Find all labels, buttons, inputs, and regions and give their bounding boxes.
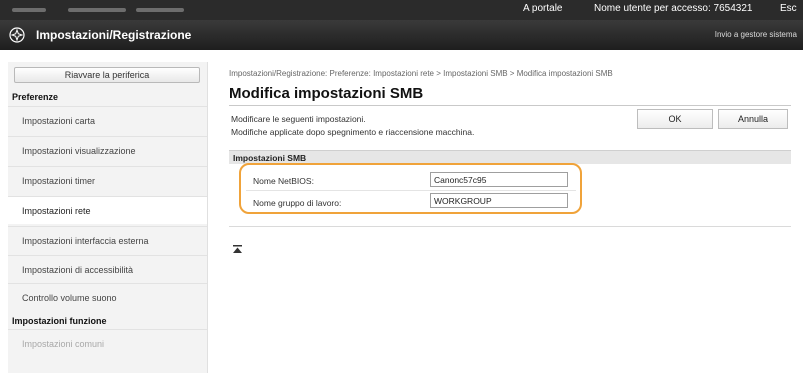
sidebar-item-volume-control[interactable]: Controllo volume suono <box>8 283 207 311</box>
page-title: Modifica impostazioni SMB <box>229 85 424 102</box>
restart-note-text: Modifiche applicate dopo spegnimento e r… <box>231 127 475 137</box>
highlight-frame <box>239 163 582 214</box>
back-to-top-icon[interactable] <box>233 245 242 254</box>
sidebar-item-paper-settings[interactable]: Impostazioni carta <box>8 106 207 134</box>
app-title: Impostazioni/Registrazione <box>36 28 192 42</box>
smb-settings-header: Impostazioni SMB <box>229 150 791 164</box>
blurred-text <box>68 8 126 12</box>
ok-button[interactable]: OK <box>637 109 713 129</box>
settings-logo-icon <box>9 27 25 43</box>
logout-link[interactable]: Esc <box>780 3 797 14</box>
sidebar-item-accessibility[interactable]: Impostazioni di accessibilità <box>8 255 207 283</box>
sidebar-item-display-settings[interactable]: Impostazioni visualizzazione <box>8 136 207 164</box>
login-user-text: Nome utente per accesso: 7654321 <box>594 3 753 14</box>
sidebar-item-timer-settings[interactable]: Impostazioni timer <box>8 166 207 194</box>
blurred-text <box>12 8 46 12</box>
cancel-button[interactable]: Annulla <box>718 109 788 129</box>
breadcrumb: Impostazioni/Registrazione: Preferenze: … <box>229 69 613 78</box>
sidebar-section-preferences: Preferenze <box>12 92 59 102</box>
sidebar-item-external-interface[interactable]: Impostazioni interfaccia esterna <box>8 226 207 254</box>
sidebar-section-functions: Impostazioni funzione <box>12 316 107 326</box>
send-to-admin-link[interactable]: Invio a gestore sistema <box>715 30 797 39</box>
app-header: Impostazioni/Registrazione Invio a gesto… <box>0 20 803 50</box>
smb-settings-title: Impostazioni SMB <box>233 153 307 163</box>
sidebar-item-common-settings[interactable]: Impostazioni comuni <box>8 329 207 357</box>
divider <box>229 105 791 106</box>
top-bar: A portale Nome utente per accesso: 76543… <box>0 0 803 20</box>
restart-device-button[interactable]: Riavvare la periferica <box>14 67 200 83</box>
sidebar-item-network-settings[interactable]: Impostazioni rete <box>8 196 207 224</box>
divider <box>229 226 791 227</box>
portal-link[interactable]: A portale <box>523 3 562 14</box>
sidebar: Riavvare la periferica Preferenze Impost… <box>8 62 208 373</box>
blurred-text <box>136 8 184 12</box>
instruction-text: Modificare le seguenti impostazioni. <box>231 114 366 124</box>
